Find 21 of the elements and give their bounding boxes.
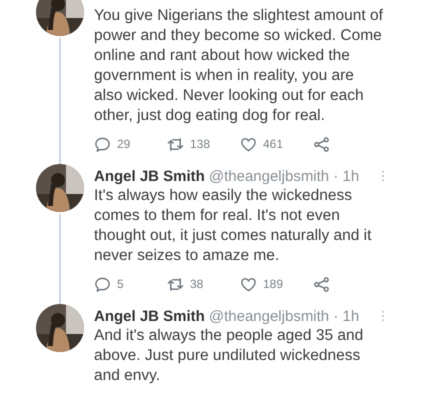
retweet-icon[interactable] — [167, 276, 184, 292]
heart-icon[interactable] — [240, 276, 257, 292]
reply-count: 5 — [117, 277, 124, 291]
share-icon[interactable] — [313, 276, 330, 292]
retweet-count: 138 — [190, 137, 210, 151]
author-handle: @theangeljbsmith · 1h — [208, 168, 360, 184]
tweet-text: And it's always the people aged 35 and above. Just pure undiluted wickedness and envy. — [94, 326, 364, 386]
retweet-count: 38 — [190, 277, 204, 291]
like-count: 189 — [263, 277, 284, 291]
heart-icon[interactable] — [240, 136, 257, 152]
author-name[interactable]: Angel JB Smith — [94, 168, 205, 184]
reply-icon[interactable] — [94, 276, 111, 292]
author-name[interactable]: Angel JB Smith — [94, 308, 205, 324]
reply-count: 29 — [117, 137, 130, 151]
retweet-icon[interactable] — [167, 136, 184, 152]
tweet-text: You give Nigerians the slightest amount of power and they become so wicked. Come online and rant about how wicked the government is when in reality, you are also wicked. Never looking out for each other, just dog eating dog for real. — [94, 6, 384, 126]
share-icon[interactable] — [313, 136, 330, 152]
like-count: 461 — [263, 137, 284, 151]
tweet-text: It's always how easily the wickedness comes to them for real. It's not even thought out, it just comes naturally and it never seizes to amaze me. — [94, 186, 372, 266]
reply-icon[interactable] — [94, 136, 111, 152]
author-handle: @theangeljbsmith · 1h — [208, 308, 360, 324]
